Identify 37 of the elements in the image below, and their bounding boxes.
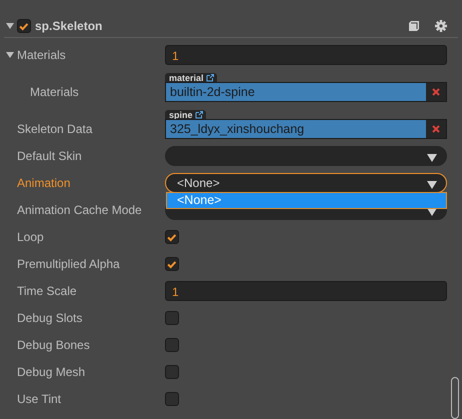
- checkbox[interactable]: [17, 19, 31, 33]
- expanded-triangle-icon[interactable]: [6, 22, 14, 30]
- property-label: Skeleton Data: [17, 122, 92, 136]
- checkbox[interactable]: [165, 257, 179, 271]
- property-label: Use Tint: [17, 392, 62, 406]
- component-title: sp.Skeleton: [35, 19, 102, 33]
- property-label: Debug Slots: [17, 311, 82, 325]
- property-label: Materials: [17, 48, 66, 62]
- number-field[interactable]: 1: [165, 45, 447, 65]
- book-icon[interactable]: [408, 20, 420, 32]
- checkbox[interactable]: [165, 230, 179, 244]
- property-label: Animation: [17, 176, 70, 190]
- settings-icon[interactable]: [435, 20, 447, 32]
- property-label: Default Skin: [17, 149, 82, 163]
- checkbox[interactable]: [165, 365, 179, 379]
- checkbox[interactable]: [165, 338, 179, 352]
- property-label: Premultiplied Alpha: [17, 257, 120, 271]
- property-label: Materials: [30, 85, 79, 99]
- dropdown-arrow-icon: [427, 181, 437, 189]
- property-label: Loop: [17, 230, 44, 244]
- external-link-icon[interactable]: [194, 110, 203, 118]
- asset-type-tag[interactable]: spine: [165, 110, 206, 119]
- property-label: Time Scale: [17, 284, 77, 298]
- external-link-icon[interactable]: [206, 74, 214, 82]
- scrollbar[interactable]: [451, 377, 459, 419]
- dropdown-arrow-icon: [427, 208, 437, 216]
- property-label: Animation Cache Mode: [17, 203, 142, 217]
- checkbox[interactable]: [165, 392, 179, 406]
- dropdown-arrow-icon: [427, 154, 437, 162]
- dropdown[interactable]: <None>: [165, 173, 447, 193]
- expanded-triangle-icon[interactable]: [6, 51, 14, 59]
- asset-type-tag[interactable]: material: [165, 73, 217, 82]
- checkbox[interactable]: [165, 311, 179, 325]
- property-label: Debug Bones: [17, 338, 90, 352]
- dropdown-option[interactable]: <None>: [167, 193, 446, 208]
- number-field[interactable]: 1: [165, 281, 447, 301]
- property-label: Debug Mesh: [17, 365, 86, 379]
